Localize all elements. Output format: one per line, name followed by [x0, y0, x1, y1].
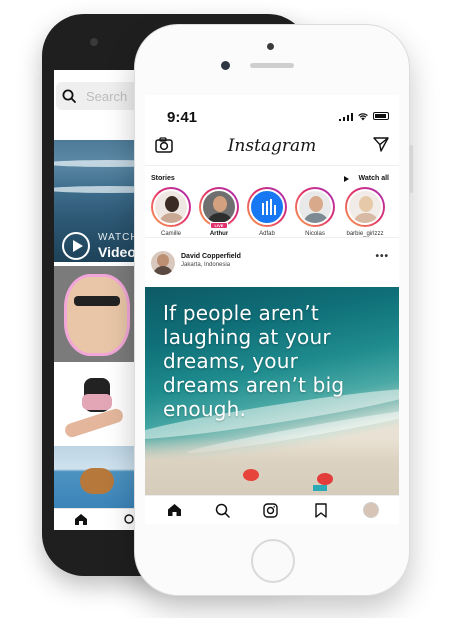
beach-towel — [313, 485, 327, 491]
avatar-face — [213, 196, 227, 212]
story-avatar — [347, 189, 383, 225]
adfab-logo-icon — [262, 199, 276, 215]
beach-umbrella — [243, 469, 259, 481]
burger-shape — [80, 468, 114, 494]
avatar-face — [309, 196, 323, 212]
story-ring — [199, 187, 239, 227]
bookmark-icon[interactable] — [315, 503, 327, 518]
play-icon[interactable] — [62, 232, 90, 260]
profile-avatar-icon[interactable] — [363, 502, 379, 518]
post-quote-text: If people aren’t laughing at your dreams… — [163, 301, 345, 421]
story-item[interactable]: Camille — [149, 187, 193, 237]
dress-shape — [82, 394, 112, 410]
bottom-tabbar — [145, 495, 399, 524]
watch-all-link[interactable]: Watch all — [359, 175, 389, 182]
instagram-screen: 9:41 Instagram Stories Watch all Camille… — [145, 95, 399, 524]
dog-photo-frame — [64, 274, 130, 356]
sand-area — [145, 437, 399, 495]
front-camera — [221, 61, 230, 70]
story-avatar — [249, 189, 285, 225]
camera-icon[interactable] — [263, 503, 278, 518]
front-phone: 9:41 Instagram Stories Watch all Camille… — [134, 24, 413, 596]
instagram-header: Instagram — [145, 133, 399, 161]
live-badge: LIVE — [210, 222, 228, 229]
stories-label: Stories — [151, 175, 175, 182]
post-author-avatar[interactable] — [151, 251, 175, 275]
post-image[interactable]: If people aren’t laughing at your dreams… — [145, 287, 399, 495]
beach-umbrella — [317, 473, 333, 485]
story-ring — [295, 187, 335, 227]
avatar-shoulders — [153, 266, 173, 275]
status-time: 9:41 — [167, 109, 198, 126]
avatar-shoulders — [303, 213, 329, 223]
home-icon[interactable] — [74, 513, 88, 526]
story-item[interactable]: Nicolas — [293, 187, 337, 237]
avatar-shoulders — [353, 213, 379, 223]
avatar-shoulders — [159, 213, 185, 223]
story-item-live[interactable]: LIVE Arthur — [197, 187, 241, 237]
direct-message-icon[interactable] — [373, 137, 389, 152]
instagram-logo: Instagram — [227, 136, 317, 156]
story-avatar — [201, 189, 237, 225]
avatar-hair — [359, 196, 373, 212]
front-phone-sensor — [267, 43, 274, 50]
search-icon — [62, 89, 76, 103]
play-triangle-icon — [344, 176, 349, 182]
back-phone-sensor — [90, 38, 98, 46]
more-options-icon[interactable]: ••• — [375, 251, 389, 262]
watch-label: WATCH — [98, 232, 139, 243]
earpiece-speaker — [250, 63, 294, 68]
story-ring — [151, 187, 191, 227]
wifi-icon — [358, 113, 368, 121]
story-ring — [345, 187, 385, 227]
story-item[interactable]: Adfab — [245, 187, 289, 237]
post-header: David Copperfield Jakarta, Indonesia ••• — [145, 241, 399, 287]
story-avatar — [153, 189, 189, 225]
home-button[interactable] — [251, 539, 295, 583]
status-bar: 9:41 — [145, 95, 399, 133]
post-username[interactable]: David Copperfield — [181, 253, 241, 260]
side-button — [409, 145, 413, 193]
post-location[interactable]: Jakarta, Indonesia — [181, 262, 230, 268]
search-icon[interactable] — [215, 503, 230, 518]
video-label: Video — [98, 244, 136, 260]
story-ring — [247, 187, 287, 227]
story-item[interactable]: barbie_girlzzz — [343, 187, 387, 237]
stories-header: Stories Watch all — [145, 167, 399, 189]
stories-divider — [145, 237, 399, 238]
search-placeholder: Search — [86, 89, 128, 104]
home-icon[interactable] — [167, 503, 182, 517]
battery-icon — [373, 112, 389, 120]
avatar-hair — [165, 196, 179, 212]
header-divider — [145, 165, 399, 166]
sunglasses-shape — [74, 296, 120, 306]
signal-icon — [339, 113, 353, 121]
story-avatar — [297, 189, 333, 225]
